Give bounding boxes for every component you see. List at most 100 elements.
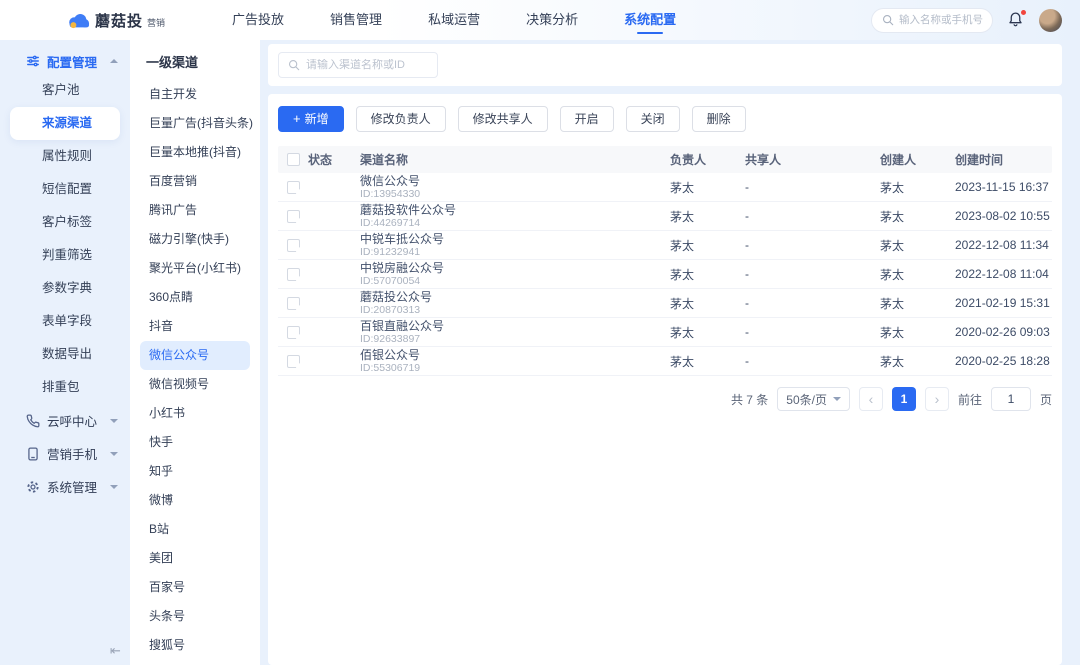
- sidebar-group-label: 营销手机: [47, 444, 97, 463]
- channel-item-tencent-ads[interactable]: 腾讯广告: [140, 196, 250, 225]
- table-row: 蘑菇投软件公众号 ID:44269714 茅太 - 茅太 2023-08-02 …: [278, 202, 1052, 231]
- created-time-cell: 2023-08-02 10:55: [955, 209, 1052, 223]
- channel-name: 蘑菇投公众号: [360, 291, 670, 304]
- goto-label: 前往: [958, 391, 982, 408]
- header-creator: 创建人: [880, 151, 955, 168]
- channel-search[interactable]: [278, 52, 438, 78]
- sidebar-group-label: 系统管理: [47, 477, 97, 496]
- sidebar-group-system-admin[interactable]: 系统管理: [0, 470, 130, 503]
- channel-item-meituan[interactable]: 美团: [140, 544, 250, 573]
- channel-item-wechat-video[interactable]: 微信视频号: [140, 370, 250, 399]
- global-search-input[interactable]: [899, 14, 989, 26]
- filter-bar: [268, 44, 1062, 86]
- created-time-cell: 2020-02-25 18:28: [955, 354, 1052, 368]
- sidebar-item-customer-pool[interactable]: 客户池: [0, 74, 130, 107]
- owner-cell: 茅太: [670, 324, 745, 341]
- channel-item-baijiahao[interactable]: 百家号: [140, 573, 250, 602]
- created-time-cell: 2021-02-19 15:31: [955, 296, 1052, 310]
- sidebar-group-cloud-call[interactable]: 云呼中心: [0, 404, 130, 437]
- mobile-icon: [26, 447, 40, 461]
- channel-item-xiaohongshu[interactable]: 小红书: [140, 399, 250, 428]
- sidebar-item-param-dict[interactable]: 参数字典: [0, 272, 130, 305]
- owner-cell: 茅太: [670, 295, 745, 312]
- shared-cell: -: [745, 354, 880, 368]
- sidebar-item-dedup-filter[interactable]: 判重筛选: [0, 239, 130, 272]
- global-search[interactable]: [871, 8, 993, 33]
- chevron-down-icon: [833, 397, 841, 401]
- sidebar-item-attribute-rules[interactable]: 属性规则: [0, 140, 130, 173]
- search-icon: [882, 14, 894, 26]
- nav-sales-management[interactable]: 销售管理: [318, 0, 394, 40]
- header-owner: 负责人: [670, 151, 745, 168]
- chevron-down-icon: [110, 485, 118, 489]
- channel-item-weibo[interactable]: 微博: [140, 486, 250, 515]
- goto-page-input[interactable]: [991, 387, 1031, 411]
- nav-ad-delivery[interactable]: 广告投放: [220, 0, 296, 40]
- channel-item-souhuhao[interactable]: 搜狐号: [140, 631, 250, 660]
- sidebar-group-config[interactable]: 配置管理: [0, 48, 130, 74]
- sidebar-item-customer-tags[interactable]: 客户标签: [0, 206, 130, 239]
- edit-shared-button[interactable]: 修改共享人: [458, 106, 548, 132]
- channel-search-input[interactable]: [306, 59, 426, 71]
- delete-button[interactable]: 删除: [692, 106, 746, 132]
- logo-subtext: 营销: [147, 16, 165, 29]
- sidebar-item-dedup-package[interactable]: 排重包: [0, 371, 130, 404]
- channel-item-kuaishou[interactable]: 快手: [140, 428, 250, 457]
- page-size-select[interactable]: 50条/页: [777, 387, 850, 411]
- chevron-down-icon: [110, 452, 118, 456]
- owner-cell: 茅太: [670, 266, 745, 283]
- header-created: 创建时间: [955, 151, 1052, 168]
- sidebar-item-form-fields[interactable]: 表单字段: [0, 305, 130, 338]
- channel-item-360-dianjing[interactable]: 360点睛: [140, 283, 250, 312]
- sidebar-group-label: 配置管理: [47, 52, 97, 71]
- enable-button[interactable]: 开启: [560, 106, 614, 132]
- channel-item-douyin[interactable]: 抖音: [140, 312, 250, 341]
- channel-item-self-dev[interactable]: 自主开发: [140, 80, 250, 109]
- notification-dot: [1021, 10, 1026, 15]
- shared-cell: -: [745, 209, 880, 223]
- channel-item-wechat-official[interactable]: 微信公众号: [140, 341, 250, 370]
- sliders-icon: [26, 54, 40, 68]
- gear-icon: [26, 480, 40, 494]
- channel-item-baidu[interactable]: 百度营销: [140, 167, 250, 196]
- channel-item-juguang[interactable]: 聚光平台(小红书): [140, 254, 250, 283]
- select-all-checkbox[interactable]: [287, 153, 300, 166]
- add-button[interactable]: + 新增: [278, 106, 344, 132]
- sidebar-item-data-export[interactable]: 数据导出: [0, 338, 130, 371]
- channel-item-zhihu[interactable]: 知乎: [140, 457, 250, 486]
- channel-item-toutiaohao[interactable]: 头条号: [140, 602, 250, 631]
- header-status: 状态: [308, 151, 360, 168]
- created-time-cell: 2020-02-26 09:03: [955, 325, 1052, 339]
- prev-page-button[interactable]: ‹: [859, 387, 883, 411]
- nav-system-config[interactable]: 系统配置: [612, 0, 688, 40]
- sidebar-group-marketing-phone[interactable]: 营销手机: [0, 437, 130, 470]
- logo-text: 蘑菇投: [95, 10, 143, 31]
- table-row: 佰银公众号 ID:55306719 茅太 - 茅太 2020-02-25 18:…: [278, 347, 1052, 376]
- topbar: 蘑菇投 营销 广告投放 销售管理 私域运营 决策分析 系统配置: [0, 0, 1080, 40]
- owner-cell: 茅太: [670, 208, 745, 225]
- nav-decision-analysis[interactable]: 决策分析: [514, 0, 590, 40]
- edit-owner-button[interactable]: 修改负责人: [356, 106, 446, 132]
- sidebar-item-sms-config[interactable]: 短信配置: [0, 173, 130, 206]
- avatar[interactable]: [1039, 9, 1062, 32]
- add-button-label: 新增: [305, 106, 329, 132]
- sidebar-collapse-icon[interactable]: ⇤: [110, 643, 121, 659]
- channel-name: 中锐房融公众号: [360, 262, 670, 275]
- notification-bell-icon[interactable]: [1007, 11, 1025, 29]
- shared-cell: -: [745, 296, 880, 310]
- channel-name: 蘑菇投软件公众号: [360, 204, 670, 217]
- sidebar-item-source-channel[interactable]: 来源渠道: [10, 107, 120, 140]
- channel-item-oceanengine-local[interactable]: 巨量本地推(抖音): [140, 138, 250, 167]
- channel-item-magnetic-engine[interactable]: 磁力引擎(快手): [140, 225, 250, 254]
- channel-item-oceanengine[interactable]: 巨量广告(抖音头条): [140, 109, 250, 138]
- search-icon: [288, 59, 300, 71]
- channel-item-bilibili[interactable]: B站: [140, 515, 250, 544]
- channel-id: ID:44269714: [360, 217, 670, 229]
- page-number-current[interactable]: 1: [892, 387, 916, 411]
- shared-cell: -: [745, 238, 880, 252]
- disable-button[interactable]: 关闭: [626, 106, 680, 132]
- next-page-button[interactable]: ›: [925, 387, 949, 411]
- channel-name: 百银直融公众号: [360, 320, 670, 333]
- table-row: 中锐房融公众号 ID:57070054 茅太 - 茅太 2022-12-08 1…: [278, 260, 1052, 289]
- nav-private-domain[interactable]: 私域运营: [416, 0, 492, 40]
